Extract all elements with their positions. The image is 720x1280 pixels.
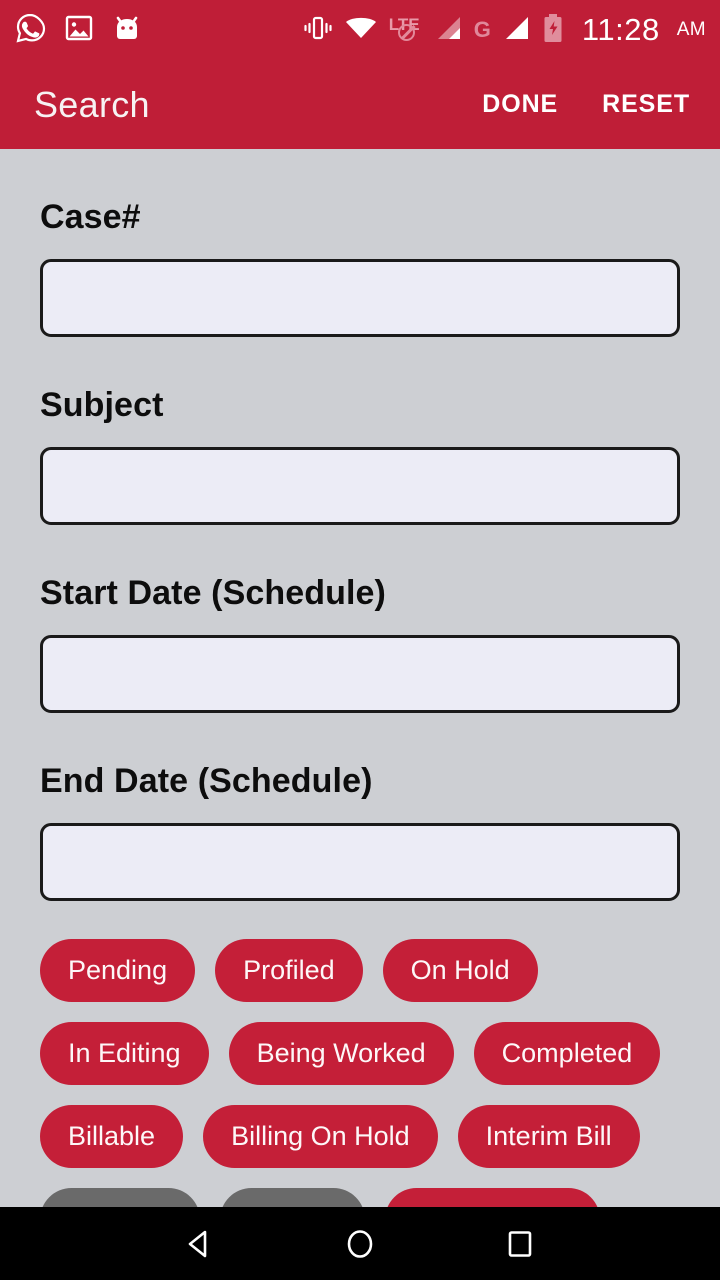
field-case-number: Case# <box>40 198 680 337</box>
reset-button[interactable]: RESET <box>602 90 690 119</box>
field-subject: Subject <box>40 386 680 525</box>
chip-completed[interactable]: Completed <box>473 1022 661 1085</box>
status-bar-system-icons: LTE G 11:28 AM <box>303 12 706 48</box>
phone-screen: LTE G 11:28 AM Search DONE RESET Case# S… <box>0 0 720 1280</box>
field-label-case-number: Case# <box>40 198 141 236</box>
whatsapp-icon <box>14 12 46 49</box>
chip-row: In Editing Being Worked Completed <box>40 1022 680 1085</box>
status-bar-notification-icons <box>14 12 142 49</box>
chip-clipped-2[interactable] <box>220 1188 365 1207</box>
lte-disabled-icon: LTE <box>389 16 423 44</box>
app-bar: Search DONE RESET <box>0 60 720 149</box>
android-navigation-bar <box>0 1207 720 1280</box>
end-date-input[interactable] <box>40 823 680 901</box>
chip-profiled[interactable]: Profiled <box>215 939 363 1002</box>
chip-being-worked[interactable]: Being Worked <box>228 1022 454 1085</box>
home-icon[interactable] <box>330 1214 390 1274</box>
status-filter-chips: Pending Profiled On Hold In Editing Bein… <box>40 939 680 1207</box>
gprs-g-icon: G <box>473 17 491 42</box>
chip-in-editing[interactable]: In Editing <box>40 1022 209 1085</box>
start-date-input[interactable] <box>40 635 680 713</box>
signal-bars-icon-2 <box>503 14 530 47</box>
field-label-start-date: Start Date (Schedule) <box>40 574 386 612</box>
chip-row-partial <box>40 1188 680 1207</box>
vibrate-icon <box>303 14 333 47</box>
chip-pending[interactable]: Pending <box>40 939 196 1002</box>
screenshot-image-icon <box>64 13 94 48</box>
recents-icon[interactable] <box>490 1214 550 1274</box>
app-bar-actions: DONE RESET <box>482 90 690 119</box>
field-end-date: End Date (Schedule) <box>40 762 680 901</box>
status-bar-clock-ampm: AM <box>676 19 706 40</box>
subject-input[interactable] <box>40 447 680 525</box>
status-bar-clock: 11:28 <box>581 12 660 47</box>
chip-billable[interactable]: Billable <box>40 1105 184 1168</box>
field-label-end-date: End Date (Schedule) <box>40 762 373 800</box>
back-icon[interactable] <box>170 1214 230 1274</box>
field-label-subject: Subject <box>40 386 164 424</box>
done-button[interactable]: DONE <box>482 90 558 119</box>
chip-billing-on-hold[interactable]: Billing On Hold <box>203 1105 438 1168</box>
lte-no-signal-slash <box>397 24 415 41</box>
status-bar: LTE G 11:28 AM <box>0 0 720 60</box>
search-form: Case# Subject Start Date (Schedule) End … <box>0 149 720 1207</box>
battery-charging-icon <box>542 13 564 48</box>
signal-bars-icon-1 <box>435 14 462 47</box>
page-title: Search <box>34 83 150 125</box>
chip-clipped-1[interactable] <box>40 1188 200 1207</box>
chip-clipped-3[interactable] <box>385 1188 600 1207</box>
wifi-icon <box>345 14 377 47</box>
android-face-icon <box>112 13 142 48</box>
field-start-date: Start Date (Schedule) <box>40 574 680 713</box>
chip-interim-bill[interactable]: Interim Bill <box>457 1105 640 1168</box>
chip-row: Pending Profiled On Hold <box>40 939 680 1002</box>
chip-on-hold[interactable]: On Hold <box>382 939 538 1002</box>
case-number-input[interactable] <box>40 259 680 337</box>
chip-row: Billable Billing On Hold Interim Bill <box>40 1105 680 1168</box>
